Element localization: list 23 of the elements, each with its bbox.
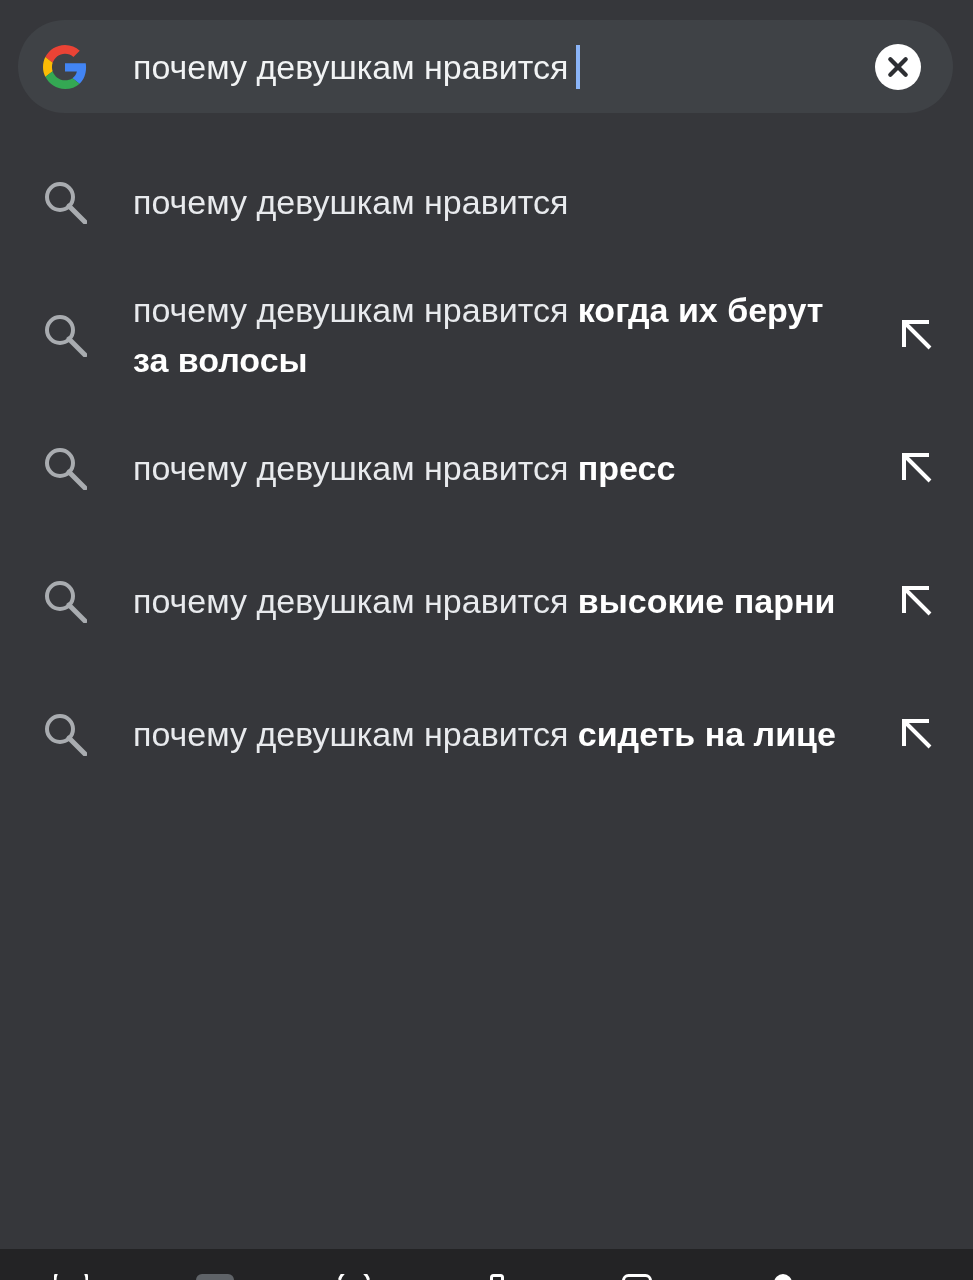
cut-off-toolbar-icon[interactable]	[774, 1274, 792, 1280]
search-field[interactable]: почему девушкам нравится	[133, 43, 569, 90]
fill-query-arrow-button[interactable]	[902, 585, 932, 616]
suggestion-text[interactable]: почему девушкам нравится пресс	[133, 442, 858, 493]
search-icon	[43, 445, 87, 490]
suggestion-text[interactable]: почему девушкам нравится сидеть на лице	[133, 708, 858, 759]
cut-off-toolbar-icon[interactable]	[490, 1274, 504, 1280]
search-icon	[43, 179, 87, 224]
suggestion-text[interactable]: почему девушкам нравится	[133, 176, 858, 227]
fill-query-arrow-button[interactable]	[902, 452, 932, 483]
suggestion-text[interactable]: почему девушкам нравится высокие парни	[133, 575, 858, 626]
fill-query-arrow-button[interactable]	[902, 718, 932, 749]
cut-off-toolbar-icon[interactable]	[338, 1274, 370, 1280]
google-logo-icon	[43, 44, 87, 89]
suggestion-text[interactable]: почему девушкам нравится когда их берут за волосы	[133, 284, 858, 385]
search-icon	[43, 711, 87, 756]
fill-query-arrow-button[interactable]	[902, 319, 932, 350]
cut-off-toolbar-icon[interactable]	[54, 1274, 88, 1280]
search-icon	[43, 578, 87, 623]
text-cursor	[576, 44, 581, 89]
search-icon	[43, 312, 87, 357]
cut-off-toolbar-icon[interactable]	[622, 1274, 652, 1280]
clear-button[interactable]	[875, 43, 921, 90]
